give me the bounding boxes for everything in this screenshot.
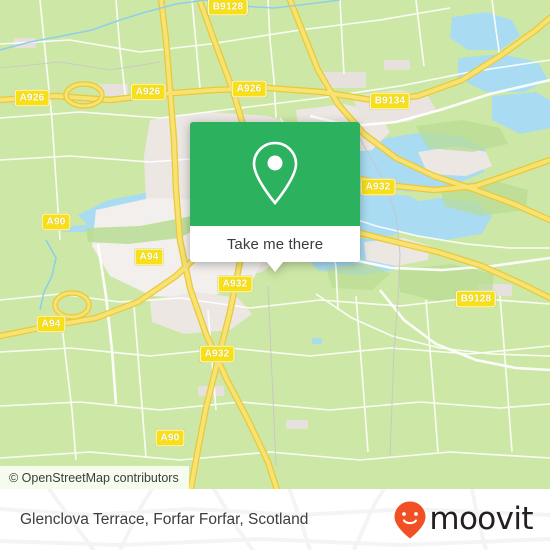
road-shield[interactable]: A926 [130,83,166,101]
take-me-there-label: Take me there [226,235,324,253]
road-shield[interactable]: B9128 [455,290,497,308]
road-shield[interactable]: A932 [360,178,396,196]
moovit-wordmark: moovit [429,501,533,537]
moovit-logo[interactable]: moovit [393,500,534,540]
callout-tail-pointer [266,261,284,272]
place-title: Glenclova Terrace, Forfar Forfar, Scotla… [20,510,309,528]
moovit-pin-smiley-icon [394,501,426,538]
road-shield[interactable]: A932 [217,275,253,293]
road-shield[interactable]: B9128 [207,0,249,16]
road-shield[interactable]: A926 [14,89,50,107]
footer-bar: Glenclova Terrace, Forfar Forfar, Scotla… [0,489,550,550]
road-shield[interactable]: A932 [199,345,235,363]
map-canvas[interactable]: B9128 A926 A926 A926 B9134 A932 A90 A94 … [0,0,550,505]
callout-icon-panel [190,122,360,226]
osm-attribution[interactable]: © OpenStreetMap contributors [0,466,189,490]
road-shield[interactable]: B9134 [369,92,411,110]
location-pin-icon [252,141,298,206]
road-shield[interactable]: A90 [155,429,185,447]
road-shield[interactable]: A90 [41,213,71,231]
road-shield[interactable]: A94 [134,248,164,266]
road-shield[interactable]: A94 [36,315,66,333]
moovit-map-screenshot: B9128 A926 A926 A926 B9134 A932 A90 A94 … [0,0,550,550]
callout-action-panel[interactable]: Take me there [190,226,360,262]
road-shield[interactable]: A926 [231,80,267,98]
take-me-there-callout[interactable]: Take me there [190,122,360,272]
